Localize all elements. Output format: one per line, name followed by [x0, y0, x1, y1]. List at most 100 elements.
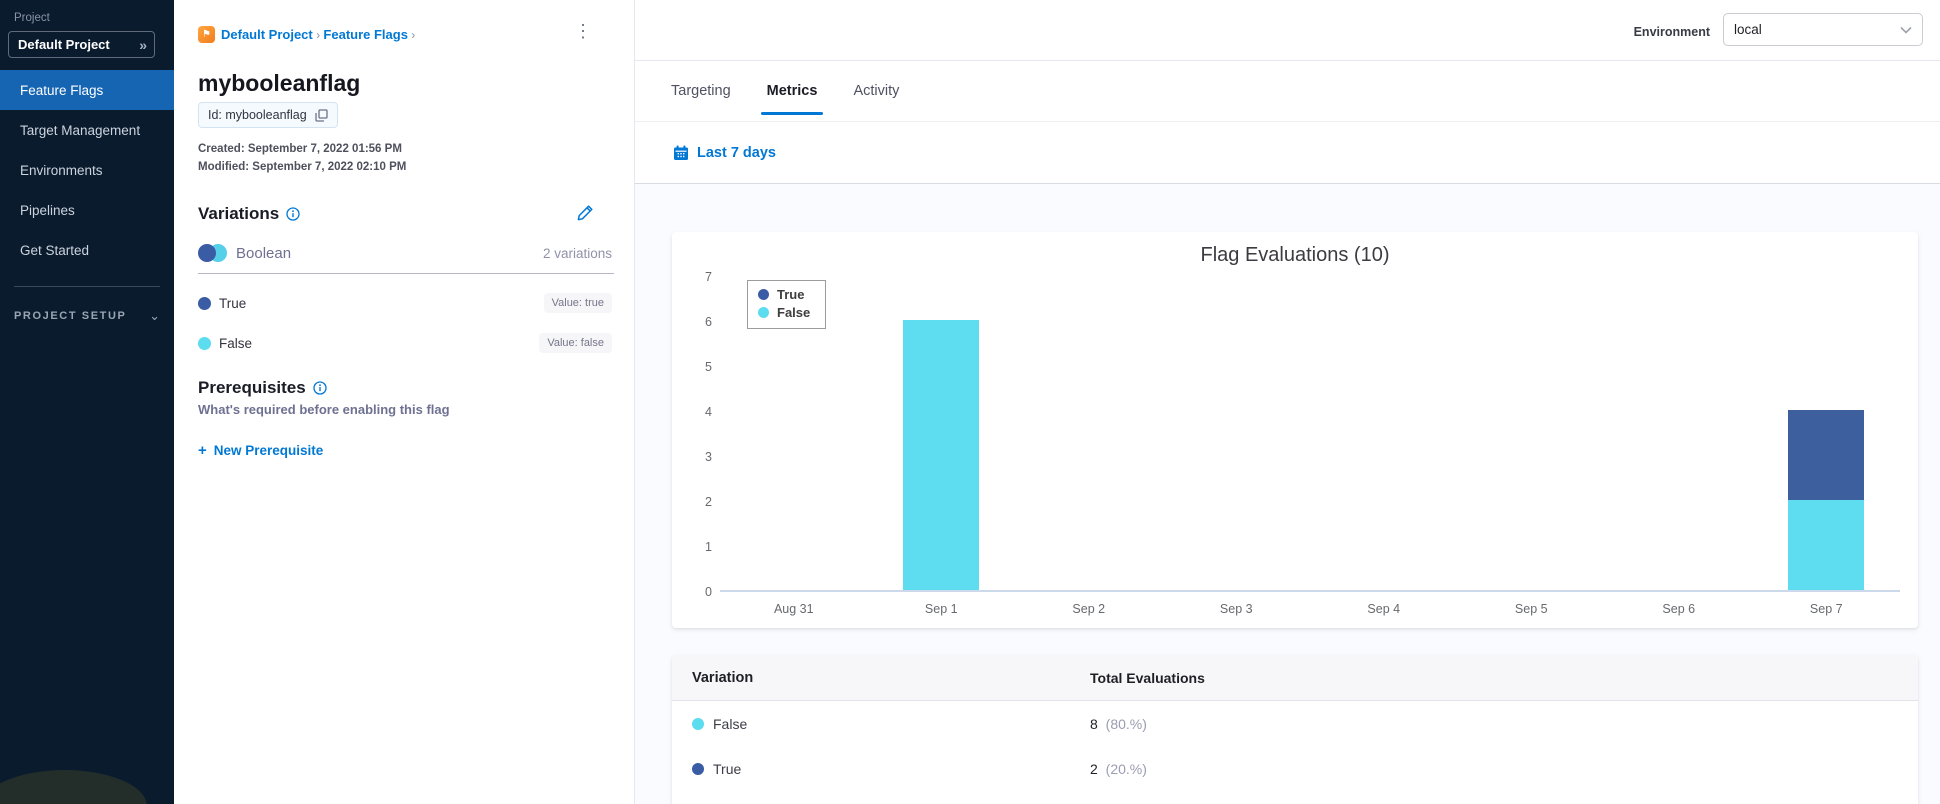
project-selector[interactable]: Default Project » [8, 31, 155, 58]
environment-select[interactable]: local [1723, 13, 1923, 46]
metrics-content: Flag Evaluations (10) 0 1 2 3 4 5 6 7 Aug 31 Sep… [635, 184, 1940, 804]
total-count: 2 [1090, 760, 1098, 777]
variation-count: 2 variations [542, 245, 612, 261]
sidebar-item-get-started[interactable]: Get Started [0, 230, 174, 270]
sidebar-item-feature-flags[interactable]: Feature Flags [0, 70, 174, 110]
info-icon[interactable] [313, 381, 327, 395]
table-row: True 2 (20.%) [672, 746, 1918, 791]
calendar-icon [674, 145, 688, 160]
edit-variations-icon[interactable] [577, 204, 594, 221]
double-chevron-right-icon: » [139, 36, 147, 53]
variation-value-chip: Value: true [543, 293, 612, 313]
bar-segment-true [1788, 410, 1865, 500]
variation-color-dot [692, 717, 704, 730]
flag-options-menu-button[interactable]: ⋮ [574, 22, 592, 40]
variations-divider [198, 273, 614, 274]
breadcrumb-link[interactable]: Feature Flags [323, 27, 408, 42]
table-body: False 8 (80.%) True 2 (20.%) [672, 701, 1918, 791]
x-tick-label: Sep 3 [1219, 602, 1253, 616]
sidebar-item-environments[interactable]: Environments [0, 150, 174, 190]
total-percentage: (80.%) [1101, 715, 1147, 732]
variation-row: False Value: false [198, 332, 612, 354]
legend-color-dot [758, 289, 769, 300]
chart-x-axis: Aug 31 Sep 1 Sep 2 Sep 3 Sep 4 Sep 5 Sep 6 Sep … [720, 602, 1900, 616]
variation-name: False [219, 335, 253, 351]
variation-name: False [713, 715, 748, 732]
sidebar-nav: Feature Flags Target Management Environmen… [0, 70, 174, 270]
date-range-button[interactable]: Last 7 days [673, 145, 776, 161]
prerequisites-heading: Prerequisites [198, 378, 327, 398]
environment-header: Environment local [635, 0, 1940, 61]
info-icon[interactable] [286, 207, 300, 221]
legend-color-dot [758, 307, 769, 318]
chart-slot-sep-6 [1605, 277, 1753, 590]
legend-item-true: True [758, 287, 810, 302]
help-widget[interactable] [0, 770, 147, 804]
flag-title: mybooleanflag [198, 70, 361, 96]
breadcrumb-link[interactable]: Default Project [221, 27, 313, 42]
y-tick-label: 1 [705, 540, 712, 554]
bar-segment-false [1788, 500, 1865, 590]
table-row: False 8 (80.%) [672, 701, 1918, 746]
tab-targeting[interactable]: Targeting [671, 61, 731, 121]
variation-type-row: Boolean 2 variations [198, 244, 612, 262]
total-percentage: (20.%) [1101, 760, 1147, 777]
legend-label: False [777, 305, 811, 320]
chevron-down-icon: ⌄ [149, 308, 160, 323]
x-tick-label: Sep 6 [1662, 602, 1696, 616]
y-tick-label: 4 [705, 405, 712, 419]
date-range-label: Last 7 days [697, 144, 776, 161]
y-tick-label: 5 [705, 360, 712, 374]
bar-sep-1[interactable] [903, 320, 980, 590]
x-tick-label: Sep 4 [1367, 602, 1401, 616]
project-selector-value: Default Project [18, 37, 110, 52]
environment-select-value: local [1734, 22, 1762, 37]
chart-slot-sep-1 [868, 277, 1016, 590]
tab-activity[interactable]: Activity [853, 61, 899, 121]
x-tick-label: Aug 31 [773, 602, 814, 616]
legend-label: True [777, 287, 805, 302]
column-header-total-evaluations: Total Evaluations [1090, 669, 1205, 686]
sidebar-item-project-setup[interactable]: PROJECT SETUP ⌄ [14, 308, 160, 324]
cell-total-evaluations: 8 (80.%) [1090, 716, 1147, 732]
legend-item-false: False [758, 305, 810, 320]
flag-id-text: Id: mybooleanflag [208, 108, 307, 122]
copy-icon[interactable] [315, 108, 328, 122]
environment-label: Environment [1633, 25, 1710, 39]
y-tick-label: 3 [705, 450, 712, 464]
boolean-type-icon [198, 244, 228, 262]
main-content: Environment local Targeting Metrics Activi… [635, 0, 1940, 804]
new-prerequisite-button[interactable]: + New Prerequisite [198, 442, 323, 459]
chevron-down-icon [1900, 26, 1912, 34]
breadcrumb-separator: › [407, 28, 416, 42]
project-sidebar: Project Default Project » Feature Flags T… [0, 0, 174, 804]
column-header-variation: Variation [692, 669, 754, 686]
sidebar-item-pipelines[interactable]: Pipelines [0, 190, 174, 230]
chart-slot-sep-2 [1015, 277, 1163, 590]
sidebar-item-target-management[interactable]: Target Management [0, 110, 174, 150]
metrics-filter-bar: Last 7 days [635, 122, 1940, 184]
variation-type-label: Boolean [236, 244, 292, 262]
modified-timestamp: Modified: September 7, 2022 02:10 PM [198, 161, 407, 173]
variation-color-dot [198, 336, 211, 350]
sidebar-divider [14, 286, 160, 287]
feature-flags-module-icon: ⚑ [198, 26, 215, 43]
y-tick-label: 0 [705, 585, 712, 599]
y-tick-label: 6 [705, 315, 712, 329]
bar-sep-7[interactable] [1788, 410, 1865, 590]
variation-name: True [713, 760, 742, 777]
created-timestamp: Created: September 7, 2022 01:56 PM [198, 143, 402, 155]
variation-name: True [219, 295, 247, 311]
evaluations-table-card: Variation Total Evaluations False 8 (80.%… [672, 655, 1918, 804]
total-count: 8 [1090, 715, 1098, 732]
variation-color-dot [692, 762, 704, 775]
tab-metrics[interactable]: Metrics [760, 61, 824, 121]
chart-legend: True False [747, 280, 827, 329]
flag-id-chip: Id: mybooleanflag [198, 102, 338, 128]
cell-total-evaluations: 2 (20.%) [1090, 761, 1147, 777]
chart-slot-sep-5 [1458, 277, 1606, 590]
flag-tabs: Targeting Metrics Activity [635, 61, 1940, 122]
prerequisites-description: What's required before enabling this fla… [198, 402, 450, 417]
x-tick-label: Sep 1 [924, 602, 958, 616]
cell-variation: False [692, 716, 1090, 732]
